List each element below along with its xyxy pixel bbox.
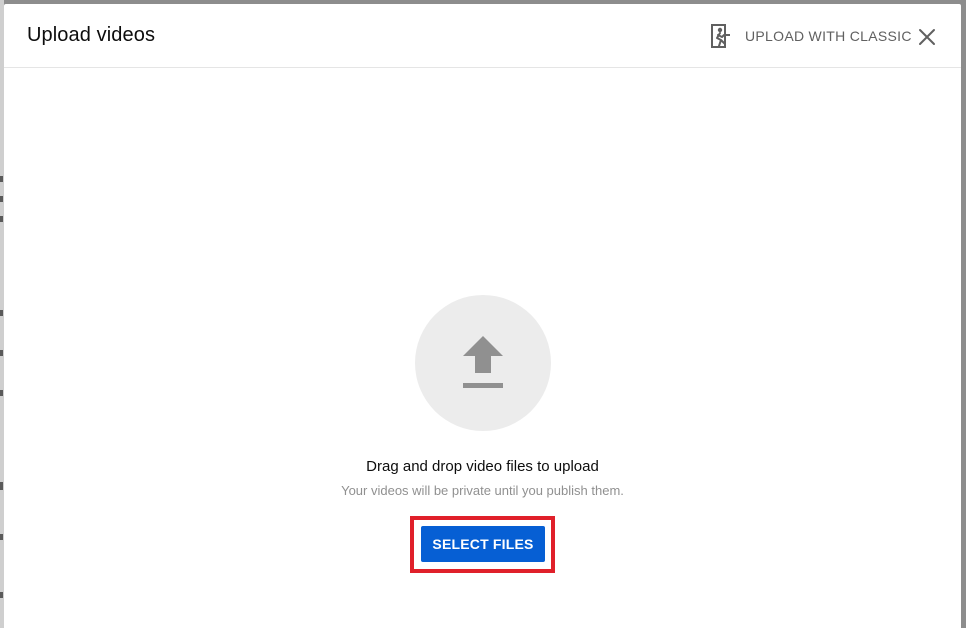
background-text-fragment xyxy=(0,482,3,490)
upload-with-classic-button[interactable]: UPLOAD WITH CLASSIC xyxy=(710,22,912,50)
close-button[interactable] xyxy=(915,25,939,49)
background-text-fragment xyxy=(0,534,3,540)
upload-videos-dialog: Upload videos UPLOAD WITH CLASSIC Drag a… xyxy=(4,4,961,628)
upload-drop-target[interactable] xyxy=(415,295,551,431)
background-text-fragment xyxy=(0,390,3,396)
dialog-title: Upload videos xyxy=(27,24,156,46)
background-text-fragment xyxy=(0,176,3,182)
background-text-fragment xyxy=(0,310,3,316)
background-text-fragment xyxy=(0,196,3,202)
close-icon xyxy=(919,29,935,45)
dialog-header: Upload videos UPLOAD WITH CLASSIC xyxy=(4,4,961,68)
background-text-fragment xyxy=(0,216,3,222)
select-files-button[interactable]: SELECT FILES xyxy=(421,526,545,562)
background-text-fragment xyxy=(0,350,3,356)
upload-arrow-icon xyxy=(463,336,503,388)
upload-with-classic-label: UPLOAD WITH CLASSIC xyxy=(745,28,912,44)
drag-and-drop-instruction: Drag and drop video files to upload xyxy=(366,458,599,475)
background-text-fragment xyxy=(0,592,3,598)
privacy-note: Your videos will be private until you pu… xyxy=(341,483,624,498)
exit-to-classic-icon xyxy=(710,23,732,49)
